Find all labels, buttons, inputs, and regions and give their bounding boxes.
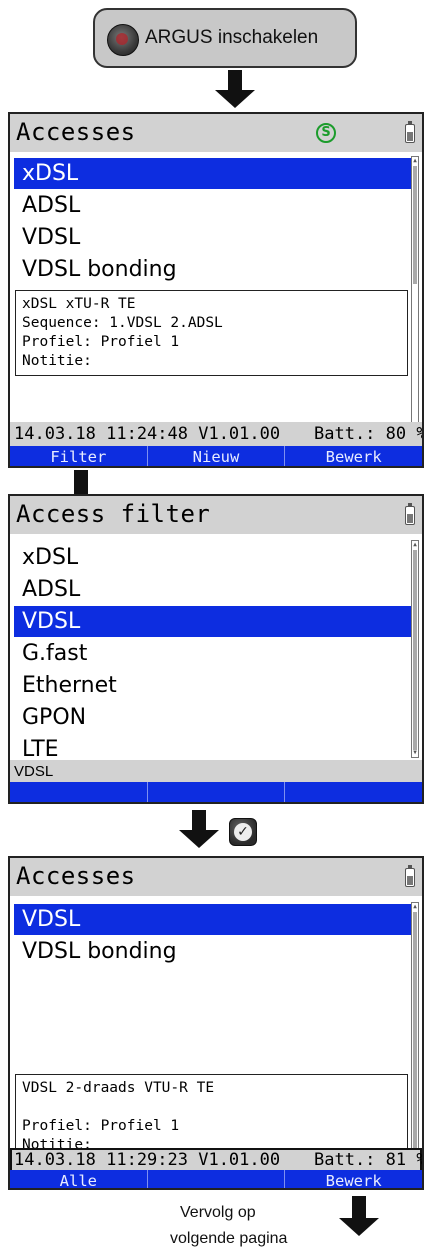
info-line: Profiel: Profiel 1 <box>22 1118 180 1134</box>
status-bar: VDSL <box>10 760 422 784</box>
filter-item-vdsl[interactable]: VDSL <box>14 606 414 637</box>
screen-title: Accesses <box>16 862 136 890</box>
scrollbar[interactable]: ▲ ▼ <box>411 540 419 758</box>
filter-item-adsl[interactable]: ADSL <box>14 574 414 605</box>
accesses-screen: Accesses S xDSL ADSL VDSL VDSL bonding ▲… <box>8 112 424 468</box>
status-battery: Batt.: 80 % <box>314 424 424 444</box>
softkey-bewerk[interactable]: Bewerk <box>285 446 422 466</box>
softkey-bar: Alle Bewerk <box>10 1170 422 1188</box>
battery-icon <box>405 121 415 143</box>
title-bar: Accesses <box>10 858 422 896</box>
power-on-label: ARGUS inschakelen <box>145 27 319 48</box>
list-item-vdsl[interactable]: VDSL <box>14 222 414 253</box>
flow-arrow-1 <box>215 70 255 108</box>
battery-icon <box>405 865 415 887</box>
list-item-adsl[interactable]: ADSL <box>14 190 414 221</box>
filter-item-gpon[interactable]: GPON <box>14 702 414 733</box>
scrollbar[interactable]: ▲ ▼ <box>411 156 419 430</box>
battery-icon <box>405 503 415 525</box>
filter-item-ethernet[interactable]: Ethernet <box>14 670 414 701</box>
softkey-nieuw[interactable]: Nieuw <box>148 446 286 466</box>
list-item-vdsl-bonding[interactable]: VDSL bonding <box>14 254 414 285</box>
status-datetime: 14.03.18 11:29:23 V1.01.00 <box>14 1150 281 1170</box>
filter-item-gfast[interactable]: G.fast <box>14 638 414 669</box>
list-item-vdsl-bonding[interactable]: VDSL bonding <box>14 936 414 967</box>
softkey-alle[interactable]: Alle <box>10 1170 148 1188</box>
softkey-bar: Filter Nieuw Bewerk <box>10 446 422 466</box>
power-on-button[interactable]: ARGUS inschakelen <box>93 8 357 68</box>
scrollbar[interactable]: ▲ ▼ <box>411 902 419 1168</box>
softkey-2[interactable] <box>148 1170 286 1188</box>
accesses-filtered-screen: Accesses VDSL VDSL bonding ▲ ▼ VDSL 2-dr… <box>8 856 424 1190</box>
softkey-filter[interactable]: Filter <box>10 446 148 466</box>
softkey-bewerk[interactable]: Bewerk <box>285 1170 422 1188</box>
continue-caption-line1: Vervolg op <box>180 1204 256 1221</box>
info-line: Profiel: Profiel 1 <box>22 334 180 350</box>
info-line: VDSL 2-draads VTU-R TE <box>22 1080 215 1096</box>
access-filter-screen: Access filter xDSL ADSL VDSL G.fast Ethe… <box>8 494 424 804</box>
status-bar: 14.03.18 11:29:23 V1.01.00 Batt.: 81 % <box>10 1148 422 1172</box>
info-line: Sequence: 1.VDSL 2.ADSL <box>22 315 223 331</box>
title-bar: Access filter <box>10 496 422 534</box>
info-line: Notitie: <box>22 353 92 369</box>
filter-item-xdsl[interactable]: xDSL <box>14 542 414 573</box>
screen-title: Access filter <box>16 500 211 528</box>
title-bar: Accesses S <box>10 114 422 152</box>
screen-title: Accesses <box>16 118 136 146</box>
softkey-2[interactable] <box>148 782 286 802</box>
info-line: xDSL xTU-R TE <box>22 296 136 312</box>
list-item-xdsl[interactable]: xDSL <box>14 158 414 189</box>
flow-arrow-4 <box>339 1196 379 1238</box>
list-item-vdsl[interactable]: VDSL <box>14 904 414 935</box>
flow-arrow-3 <box>179 810 219 848</box>
softkey-bar <box>10 782 422 802</box>
checkmark-icon[interactable]: ✓ <box>229 818 257 846</box>
status-datetime: 14.03.18 11:24:48 V1.01.00 <box>14 424 281 444</box>
status-bar: 14.03.18 11:24:48 V1.01.00 Batt.: 80 % <box>10 422 422 446</box>
power-button-icon <box>107 24 139 56</box>
status-text: VDSL <box>14 763 54 780</box>
continue-caption-line2: volgende pagina <box>170 1230 288 1247</box>
s-status-icon: S <box>316 123 336 143</box>
info-line <box>22 1098 401 1117</box>
softkey-1[interactable] <box>10 782 148 802</box>
status-battery: Batt.: 81 % <box>314 1150 424 1170</box>
softkey-3[interactable] <box>285 782 422 802</box>
access-info-box: xDSL xTU-R TE Sequence: 1.VDSL 2.ADSL Pr… <box>15 290 408 376</box>
